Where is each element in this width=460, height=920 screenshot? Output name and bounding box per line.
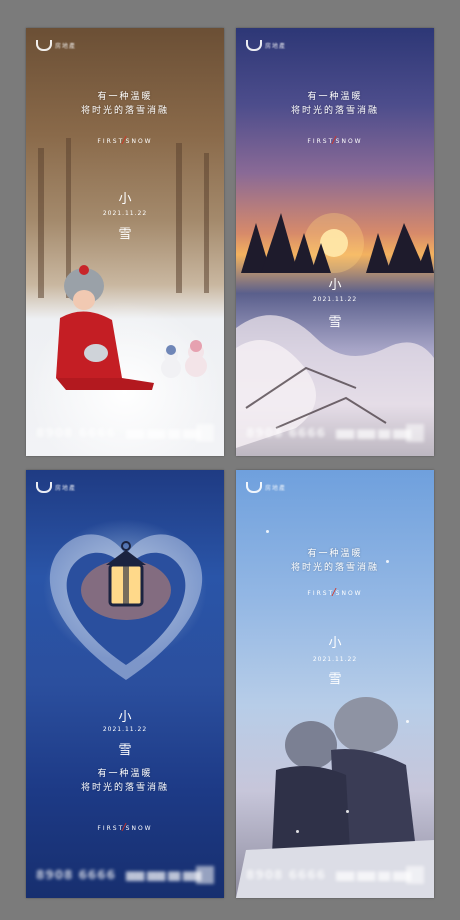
- contact-text: ███ ███ ██ ███: [336, 872, 412, 881]
- title-xue: 雪: [328, 315, 342, 330]
- first-snow-left: FIRST: [307, 138, 335, 145]
- qr-code-icon: [196, 866, 214, 884]
- phone-number: 8908 6666: [246, 426, 326, 440]
- children-illustration: [236, 697, 434, 898]
- contact-text: ███ ███ ██ ███: [126, 430, 202, 439]
- poster-lantern-heart: 房地產 小 2021.11.22 雪 有一种温暖 将时光的落雪消融 FIRST/…: [26, 470, 224, 898]
- poster-sunset-snow: 房地產 有一种温暖 将时光的落雪消融 FIRST/SNOW 小 2021.11.…: [236, 28, 434, 456]
- qr-code-icon: [406, 866, 424, 884]
- phone-number: 8908 6666: [36, 426, 116, 440]
- contact-text: ███ ███ ██ ███: [126, 872, 202, 881]
- contact-text: ███ ███ ██ ███: [336, 430, 412, 439]
- tagline-line-1: 有一种温暖: [307, 92, 363, 102]
- date-label: 2021.11.22: [312, 296, 358, 303]
- title-xue: 雪: [118, 743, 132, 758]
- tagline-line-2: 将时光的落雪消融: [290, 106, 379, 116]
- first-snow-right: SNOW: [335, 138, 363, 145]
- first-snow-left: FIRST: [97, 825, 125, 832]
- title-xiao: 小: [118, 710, 132, 725]
- phone-number: 8908 6666: [36, 868, 116, 882]
- tagline-line-1: 有一种温暖: [97, 769, 153, 779]
- lantern-heart-scene: [49, 534, 203, 680]
- poster-child-in-snow: 房地產 有一种温暖 将时光的落雪消融 FIRST/SNOW 小 2021.11.…: [26, 28, 224, 456]
- tagline-line-2: 将时光的落雪消融: [80, 783, 169, 793]
- phone-number: 8908 6666: [246, 868, 326, 882]
- first-snow-right: SNOW: [125, 825, 153, 832]
- title-xiao: 小: [328, 278, 342, 293]
- qr-code-icon: [406, 424, 424, 442]
- child-illustration: [56, 265, 207, 390]
- qr-code-icon: [196, 424, 214, 442]
- date-label: 2021.11.22: [102, 726, 148, 733]
- poster-two-children: 房地產 有一种温暖 将时光的落雪消融 FIRST/SNOW 小 2021.11.…: [236, 470, 434, 898]
- first-snow-label: FIRST/SNOW: [26, 822, 224, 833]
- first-snow-label: FIRST/SNOW: [236, 135, 434, 146]
